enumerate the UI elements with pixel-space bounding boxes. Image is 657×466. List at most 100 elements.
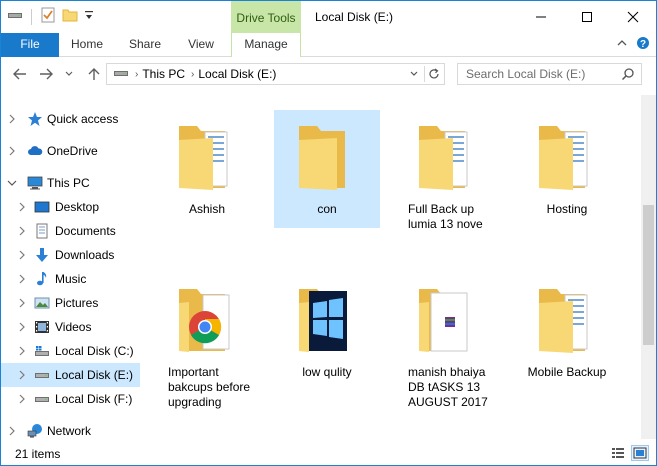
music-icon (34, 271, 50, 287)
sidebar-item-quick-access[interactable]: Quick access (1, 107, 140, 131)
sidebar-item-label: Pictures (55, 296, 99, 310)
expand-ribbon-icon[interactable] (616, 36, 628, 53)
maximize-button[interactable] (564, 1, 610, 32)
item-count: 21 items (15, 447, 61, 461)
chevron-right-icon[interactable] (7, 426, 17, 436)
back-button[interactable] (11, 65, 29, 83)
star-icon (27, 111, 43, 127)
sidebar-item-this-pc[interactable]: This PC (1, 171, 140, 195)
videos-icon (34, 319, 50, 335)
sidebar-item-label: This PC (47, 176, 90, 190)
chevron-right-icon[interactable] (17, 322, 27, 332)
status-bar: 21 items (1, 443, 656, 465)
minimize-button[interactable] (518, 1, 564, 32)
search-icon[interactable] (621, 67, 635, 84)
chevron-right-icon[interactable] (17, 274, 27, 284)
chevron-right-icon[interactable] (17, 250, 27, 260)
refresh-button[interactable] (424, 66, 442, 82)
close-button[interactable] (610, 1, 656, 32)
forward-button[interactable] (37, 65, 55, 83)
file-name: manish bhaiya DB tASKS 13 AUGUST 2017 (408, 365, 488, 409)
sidebar-item-label: Downloads (55, 248, 115, 262)
sidebar-item-label: Local Disk (E:) (55, 368, 134, 382)
sidebar-item-local-disk-e[interactable]: Local Disk (E:) (1, 363, 140, 387)
windows-drive-icon (34, 343, 50, 359)
file-name: Mobile Backup (527, 365, 607, 379)
file-name: Full Back up lumia 13 nove (408, 202, 483, 231)
up-button[interactable] (85, 65, 103, 83)
search-input[interactable] (458, 64, 618, 84)
sidebar-item-local-disk-f[interactable]: Local Disk (F:) (1, 387, 140, 411)
sidebar-item-documents[interactable]: Documents (1, 219, 140, 243)
sidebar-item-onedrive[interactable]: OneDrive (1, 139, 140, 163)
file-item-folder[interactable]: Hosting (514, 110, 620, 228)
sidebar-item-desktop[interactable]: Desktop (1, 195, 140, 219)
folder-icon (295, 118, 359, 194)
recent-locations-icon[interactable] (63, 65, 75, 83)
breadcrumb-this-pc[interactable]: This PC (142, 67, 185, 81)
drive-icon (34, 391, 50, 407)
sidebar-item-music[interactable]: Music (1, 267, 140, 291)
sidebar-item-label: Local Disk (C:) (55, 344, 134, 358)
tab-view[interactable]: View (181, 33, 221, 57)
folder-icon (175, 118, 239, 194)
documents-icon (34, 223, 50, 239)
file-name: con (317, 202, 337, 216)
file-item-folder[interactable]: Full Back up lumia 13 nove (394, 110, 500, 231)
windows-folder-icon (295, 281, 359, 357)
chevron-right-icon[interactable] (17, 298, 27, 308)
ribbon-right-controls: ? (616, 36, 650, 53)
breadcrumb-local-disk-e[interactable]: Local Disk (E:) (198, 67, 276, 81)
chevron-right-icon[interactable] (17, 346, 27, 356)
new-folder-icon[interactable] (62, 7, 78, 26)
file-item-folder[interactable]: Ashish (154, 110, 260, 228)
chevron-right-icon[interactable] (17, 370, 27, 380)
sidebar-item-videos[interactable]: Videos (1, 315, 140, 339)
help-icon[interactable]: ? (636, 36, 650, 53)
sidebar-item-pictures[interactable]: Pictures (1, 291, 140, 315)
folder-icon (415, 118, 479, 194)
file-item-folder[interactable]: manish bhaiya DB tASKS 13 AUGUST 2017 (394, 273, 500, 409)
sidebar-item-downloads[interactable]: Downloads (1, 243, 140, 267)
drive-icon (113, 68, 129, 80)
sidebar-item-local-disk-c[interactable]: Local Disk (C:) (1, 339, 140, 363)
chevron-right-icon[interactable] (7, 146, 17, 156)
tab-home[interactable]: Home (65, 33, 109, 57)
file-item-folder[interactable]: low qulity (274, 273, 380, 391)
tab-share[interactable]: Share (123, 33, 167, 57)
file-name: Important bakcups before upgrading (168, 365, 251, 409)
sidebar-item-label: Quick access (47, 112, 119, 126)
chevron-right-icon[interactable] (17, 226, 27, 236)
customize-qat-icon[interactable] (84, 9, 94, 24)
chevron-down-icon[interactable] (7, 178, 17, 188)
properties-icon[interactable] (40, 7, 56, 26)
file-item-folder[interactable]: Important bakcups before upgrading (154, 273, 260, 409)
tab-manage[interactable]: Manage (231, 33, 301, 57)
chevron-right-icon[interactable] (7, 114, 17, 124)
sidebar-item-network[interactable]: Network (1, 419, 140, 439)
chevron-right-icon[interactable] (17, 202, 27, 212)
chevron-right-icon[interactable]: › (191, 69, 194, 80)
large-icons-view-button[interactable] (631, 445, 649, 461)
title-bar: Drive Tools Local Disk (E:) (1, 1, 656, 33)
ribbon-tab-bar: File Home Share View Manage ? (1, 33, 656, 57)
file-item-folder[interactable]: con (274, 110, 380, 228)
computer-icon (27, 175, 43, 191)
scrollbar-thumb[interactable] (643, 205, 654, 345)
file-name: Ashish (188, 202, 226, 216)
tab-file[interactable]: File (1, 33, 59, 57)
sidebar-item-label: Videos (55, 320, 92, 334)
chevron-right-icon[interactable] (17, 394, 27, 404)
sidebar-item-label: Music (55, 272, 87, 286)
explorer-window: Drive Tools Local Disk (E:) File Home Sh… (0, 0, 657, 466)
folder-icon (535, 281, 599, 357)
network-icon (27, 423, 43, 439)
vertical-scrollbar[interactable] (641, 95, 656, 439)
drive-icon[interactable] (7, 7, 23, 26)
search-box[interactable] (457, 63, 642, 85)
details-view-button[interactable] (609, 445, 627, 461)
chevron-right-icon: › (135, 68, 139, 80)
address-bar[interactable]: › This PC › Local Disk (E:) (106, 63, 445, 85)
file-item-folder[interactable]: Mobile Backup (514, 273, 620, 391)
address-dropdown-icon[interactable] (406, 66, 422, 82)
